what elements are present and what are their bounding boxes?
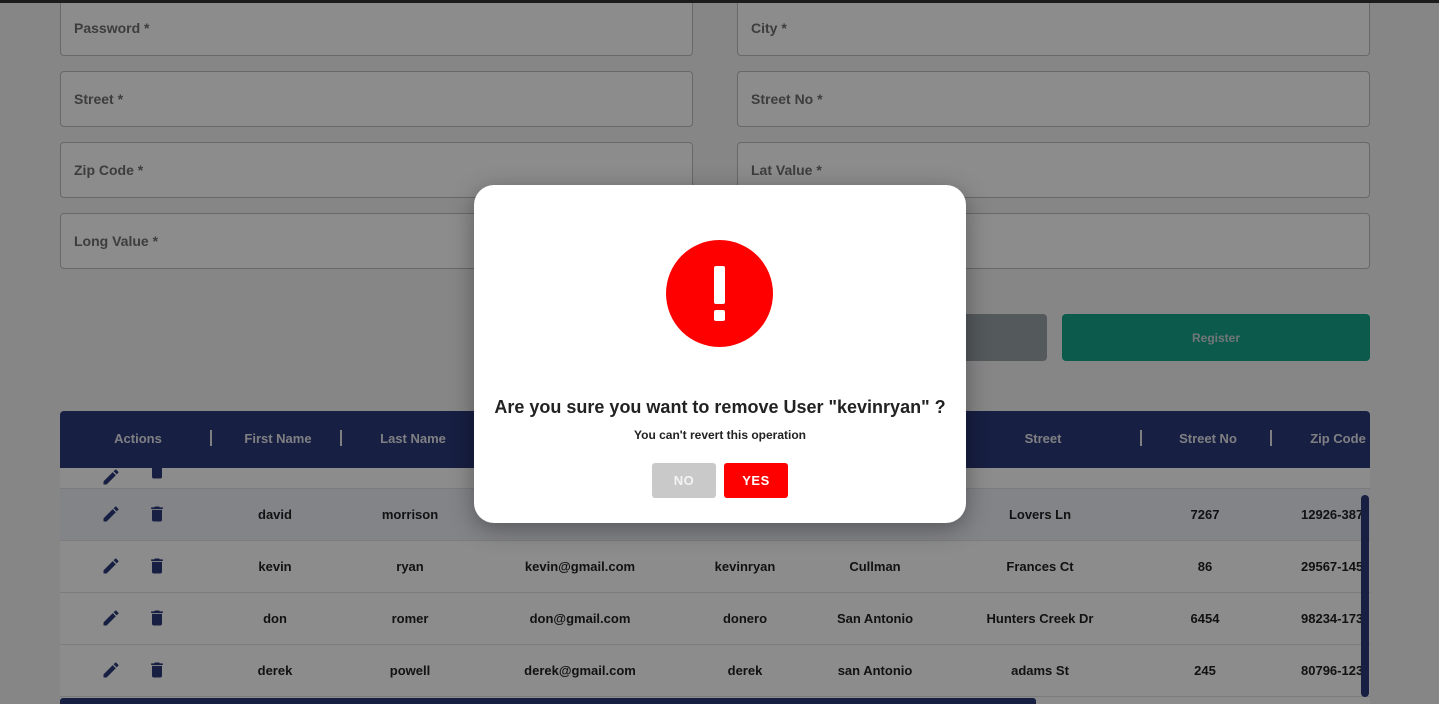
yes-label: YES (742, 473, 770, 488)
yes-button[interactable]: YES (724, 463, 788, 498)
confirm-delete-dialog: Are you sure you want to remove User "ke… (474, 185, 966, 523)
exclamation-dot (714, 310, 725, 321)
no-button[interactable]: NO (652, 463, 716, 498)
no-label: NO (673, 473, 695, 488)
warning-exclamation-icon (666, 240, 773, 347)
dialog-title: Are you sure you want to remove User "ke… (494, 397, 946, 417)
dialog-subtitle: You can't revert this operation (634, 428, 806, 442)
exclamation-bar (714, 266, 725, 304)
